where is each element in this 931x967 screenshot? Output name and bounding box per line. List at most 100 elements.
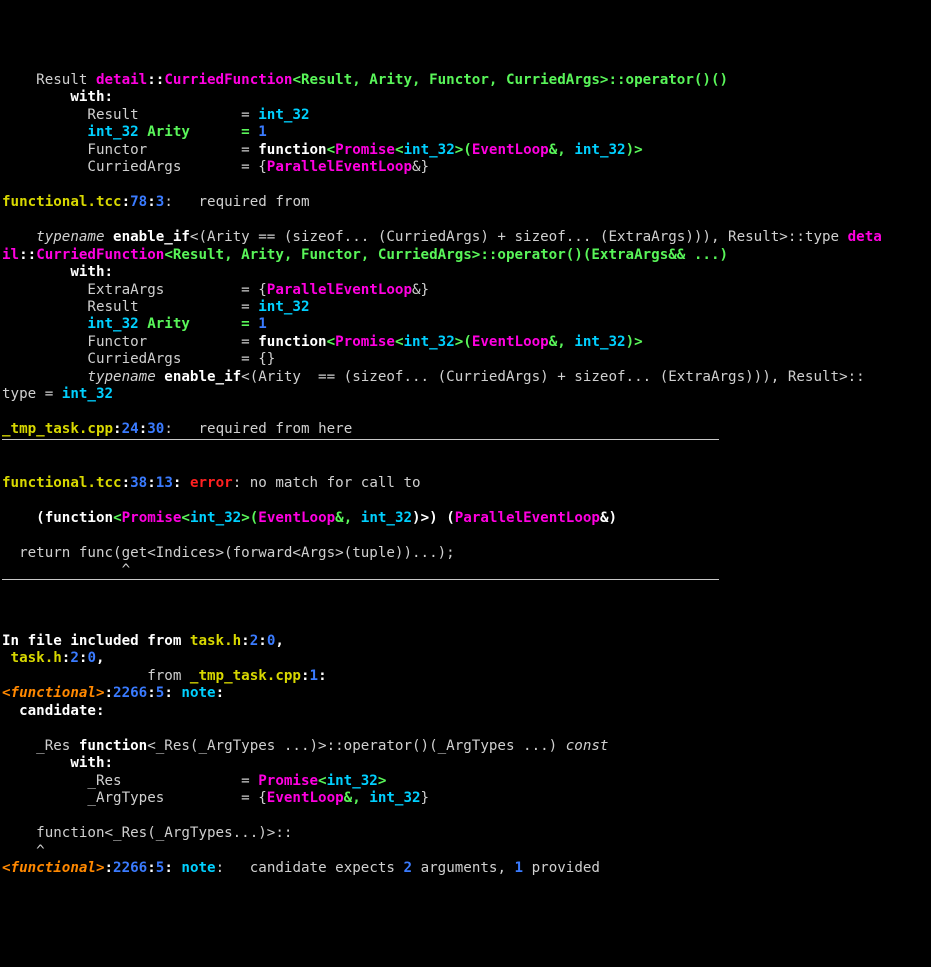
t: function	[258, 334, 326, 350]
t: In file included from	[2, 633, 190, 649]
t: &)	[600, 510, 617, 526]
t: with:	[2, 755, 113, 771]
t: Promise	[122, 510, 182, 526]
t: CurriedFunction	[164, 72, 292, 88]
t: <(Arity == (sizeof... (CurriedArgs) + si…	[190, 229, 848, 245]
t: <	[327, 142, 336, 158]
t: ParallelEventLoop	[267, 282, 412, 298]
t: :	[147, 685, 156, 701]
t: function	[45, 510, 113, 526]
t: 5	[156, 860, 165, 876]
t: >(	[455, 334, 472, 350]
t: ::	[19, 247, 36, 263]
t: enable_if	[113, 229, 190, 245]
t: 2266	[113, 685, 147, 701]
t: ParallelEventLoop	[267, 159, 412, 175]
t: const	[566, 738, 609, 754]
t: <Result, Arity, Functor, CurriedArgs>::o…	[164, 247, 728, 263]
t: 24	[122, 421, 139, 437]
t: provided	[523, 860, 600, 876]
t: Promise	[258, 773, 318, 789]
t: _ArgTypes = {	[2, 790, 267, 806]
t: )>	[626, 334, 643, 350]
t: int_32	[574, 142, 625, 158]
t: function	[79, 738, 147, 754]
t: :	[147, 194, 156, 210]
t: int_32	[62, 386, 113, 402]
caret: ^	[2, 562, 130, 578]
file-loc: functional.tcc	[2, 194, 122, 210]
t: <	[181, 510, 190, 526]
t: &}	[412, 282, 429, 298]
t: CurriedFunction	[36, 247, 164, 263]
t: :	[301, 668, 310, 684]
t: 78	[130, 194, 147, 210]
t: _Res	[2, 738, 79, 754]
t: :	[147, 860, 156, 876]
t: 2	[70, 650, 79, 666]
t	[2, 124, 87, 140]
t: enable_if	[164, 369, 241, 385]
t: int_32	[87, 124, 138, 140]
t: &,	[549, 142, 575, 158]
note-label: note	[181, 860, 215, 876]
t: <	[318, 773, 327, 789]
t: int_32	[369, 790, 420, 806]
t: &,	[549, 334, 575, 350]
t: &}	[412, 159, 429, 175]
t: int_32	[403, 142, 454, 158]
t: :	[147, 475, 156, 491]
t: int_32	[403, 334, 454, 350]
t: detail	[96, 72, 147, 88]
t: _tmp_task.cpp	[190, 668, 301, 684]
t: ,	[275, 633, 284, 649]
t: : required from	[164, 194, 309, 210]
t: :	[173, 475, 190, 491]
t: 0	[87, 650, 96, 666]
t: >(	[455, 142, 472, 158]
t: from	[2, 668, 190, 684]
t: : no match for call to	[233, 475, 421, 491]
t: 1	[310, 668, 319, 684]
t: with:	[2, 89, 113, 105]
t: ParallelEventLoop	[455, 510, 600, 526]
t: EventLoop	[472, 334, 549, 350]
t: :	[105, 860, 114, 876]
t: with:	[2, 264, 113, 280]
t: &,	[344, 790, 370, 806]
t: 13	[156, 475, 173, 491]
t: _Res =	[2, 773, 258, 789]
t: function	[258, 142, 326, 158]
compiler-output: Result detail::CurriedFunction<Result, A…	[2, 72, 929, 878]
t: 1	[515, 860, 524, 876]
file-loc: <functional>	[2, 685, 105, 701]
t: :	[122, 194, 131, 210]
t: int_32	[87, 316, 138, 332]
t: typename	[87, 369, 164, 385]
t: : required from here	[164, 421, 352, 437]
t: >	[378, 773, 387, 789]
t: :	[241, 633, 250, 649]
t: >(	[241, 510, 258, 526]
t: 2	[250, 633, 259, 649]
t: 2266	[113, 860, 147, 876]
t: Result =	[2, 299, 258, 315]
t: <_Res(_ArgTypes ...)>::operator()(_ArgTy…	[147, 738, 566, 754]
t: :	[258, 633, 267, 649]
t: Functor =	[2, 334, 258, 350]
t: (	[2, 510, 45, 526]
t: )>	[626, 142, 643, 158]
t: int_32	[258, 299, 309, 315]
error-label: error	[190, 475, 233, 491]
t: int_32	[361, 510, 412, 526]
t: ::	[147, 72, 164, 88]
t: Arity =	[139, 316, 259, 332]
t: int_32	[327, 773, 378, 789]
t: int_32	[190, 510, 241, 526]
t: arguments,	[412, 860, 515, 876]
t	[2, 316, 87, 332]
file-loc: _tmp_task.cpp	[2, 421, 113, 437]
t: function<_Res(_ArgTypes...)>::	[2, 825, 292, 841]
t: 38	[130, 475, 147, 491]
t: candidate:	[2, 703, 105, 719]
